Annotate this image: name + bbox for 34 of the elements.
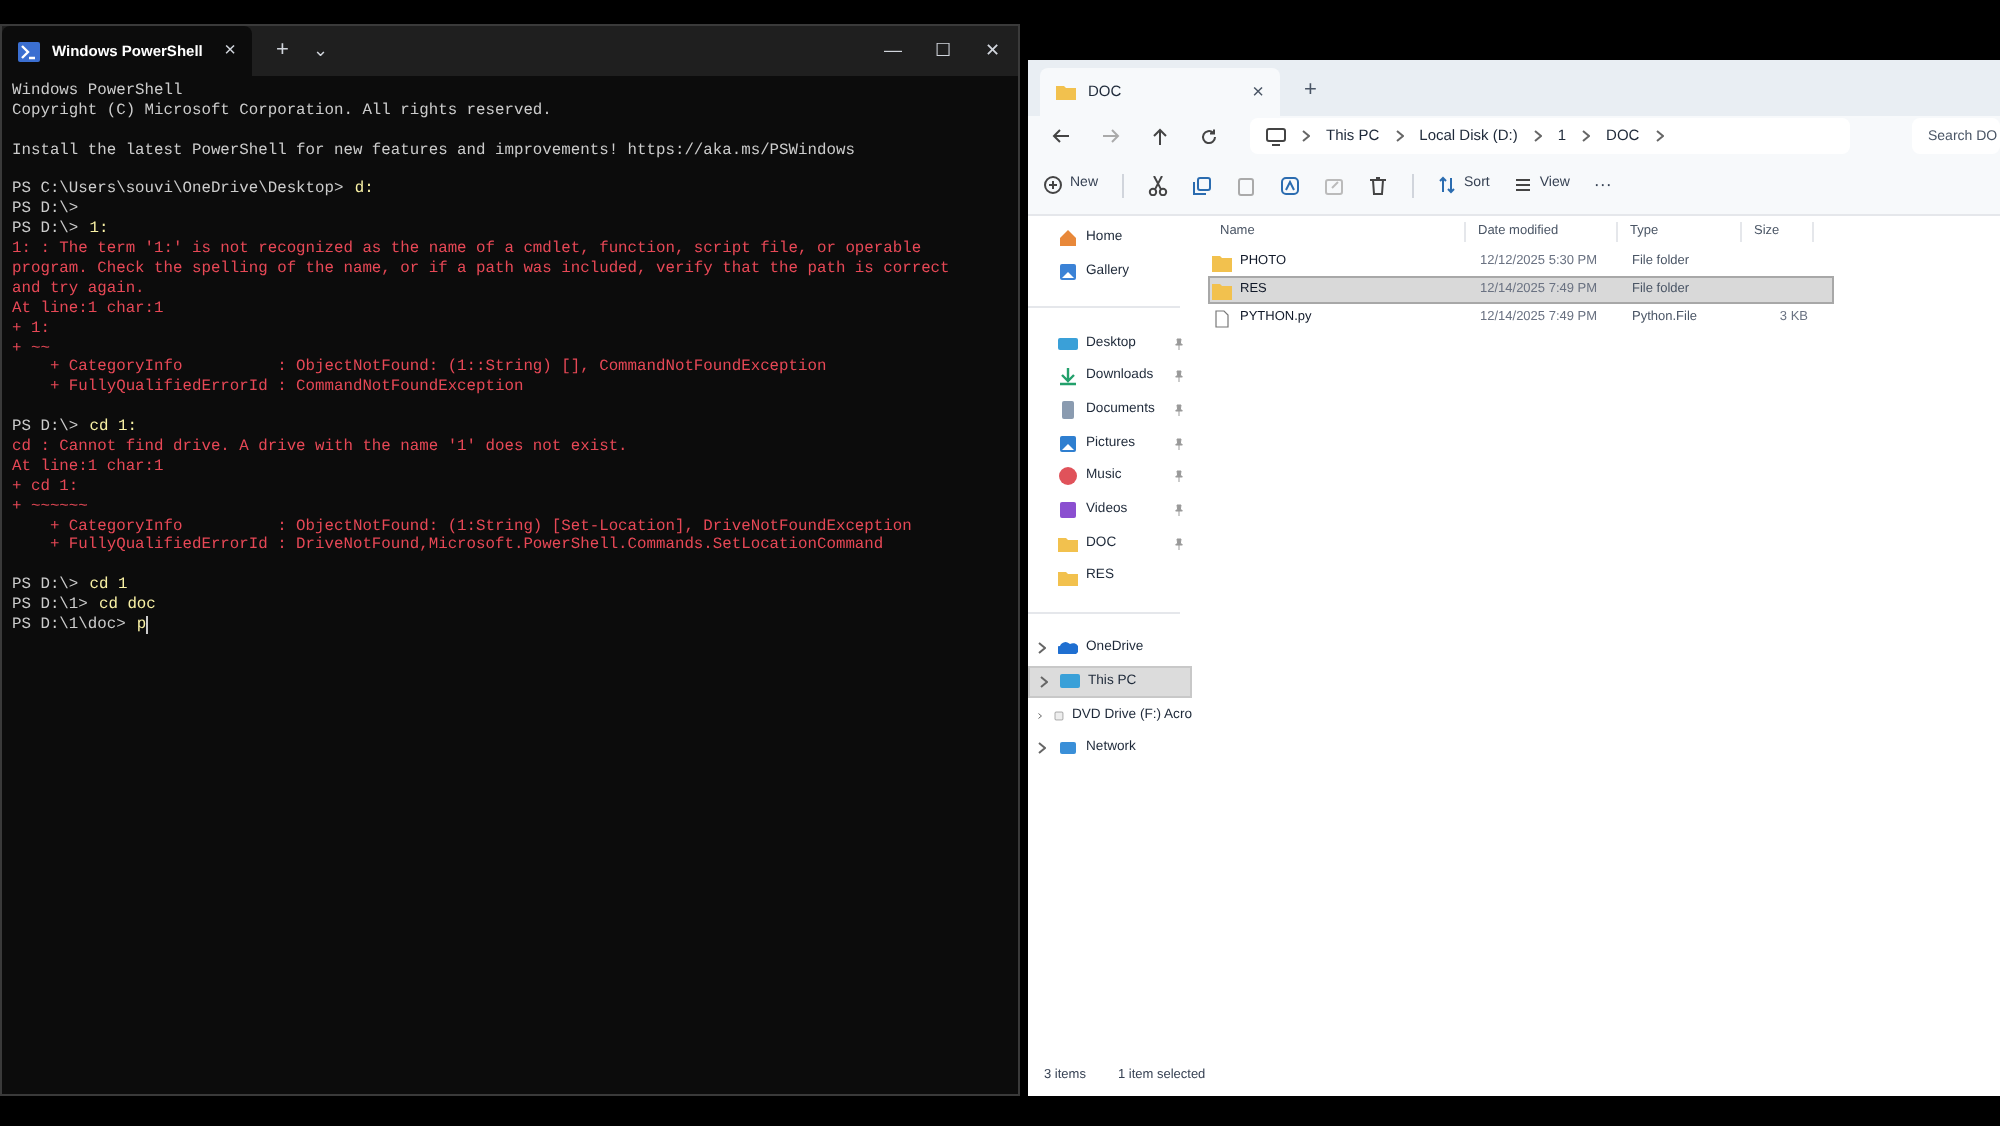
folder-icon <box>1056 84 1076 100</box>
refresh-icon[interactable] <box>1200 127 1218 145</box>
close-tab-button[interactable]: × <box>1252 77 1264 107</box>
copy-icon[interactable] <box>1192 175 1213 195</box>
rename-icon[interactable] <box>1280 175 1301 195</box>
folder-icon <box>1058 533 1078 554</box>
image-icon <box>1058 433 1078 454</box>
minimize-button[interactable]: — <box>868 37 918 65</box>
list-icon <box>1513 176 1532 194</box>
cloud-icon <box>1058 638 1078 659</box>
more-button[interactable]: ··· <box>1593 171 1612 199</box>
file-icon <box>1212 309 1232 327</box>
chevron-icon <box>1302 130 1310 142</box>
new-tab-button[interactable]: + <box>1304 73 1317 106</box>
back-icon[interactable] <box>1052 128 1070 144</box>
cut-icon[interactable] <box>1148 175 1169 195</box>
chevron-icon <box>1395 130 1404 142</box>
image-icon <box>1058 262 1078 283</box>
chevron-icon <box>1655 130 1664 142</box>
up-icon[interactable] <box>1152 127 1168 145</box>
chevron-icon <box>1533 130 1542 142</box>
powershell-icon <box>18 41 40 61</box>
delete-icon[interactable] <box>1368 175 1389 195</box>
download-icon <box>1058 366 1078 387</box>
new-tab-button[interactable]: + <box>276 34 289 68</box>
maximize-button[interactable]: ☐ <box>918 37 968 65</box>
sort-icon <box>1438 176 1457 194</box>
plus-circle-icon <box>1044 176 1062 194</box>
close-tab-button[interactable]: × <box>224 36 236 66</box>
folder-icon <box>1058 567 1078 588</box>
chevron-icon <box>1582 130 1591 142</box>
house-icon <box>1058 228 1078 249</box>
dropdown-button[interactable]: ⌄ <box>312 37 329 65</box>
close-button[interactable]: ✕ <box>968 37 1018 65</box>
